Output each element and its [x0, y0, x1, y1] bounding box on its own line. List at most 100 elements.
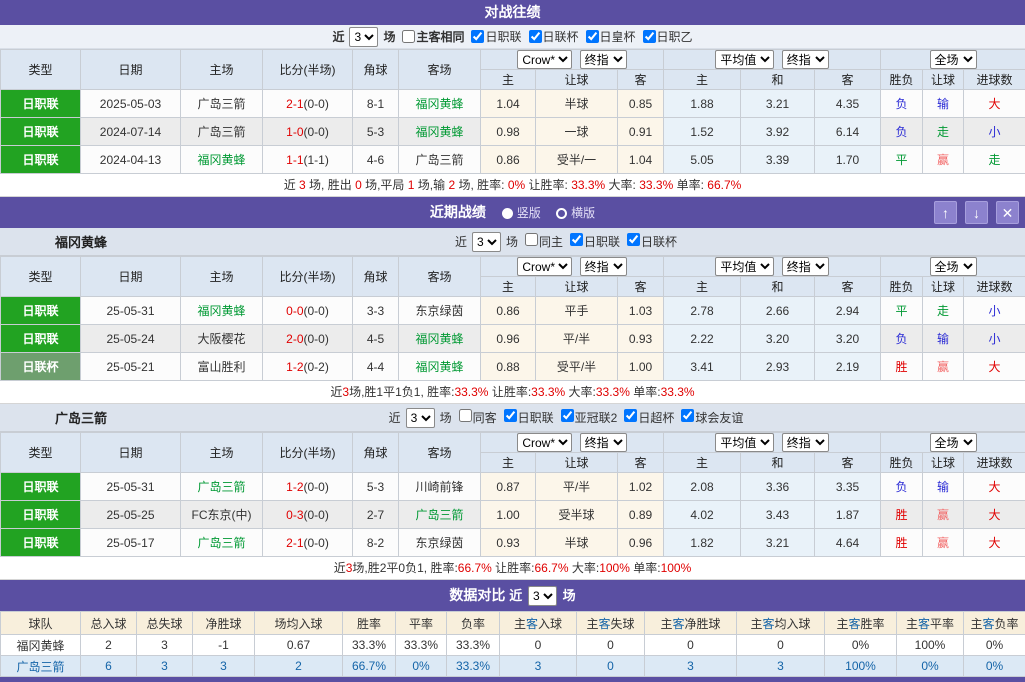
league-filter-jleaguecup-checkbox[interactable]: [529, 30, 542, 43]
close-button[interactable]: ✕: [996, 201, 1019, 224]
final-index-select[interactable]: 终指: [580, 257, 627, 276]
bookmaker-select[interactable]: Crow*: [517, 50, 572, 69]
col-date: 日期: [81, 433, 181, 473]
scope-group: 全场: [881, 433, 1025, 453]
avg-away-cell: 3.20: [815, 325, 881, 353]
league-filter-supercup-checkbox[interactable]: [624, 409, 637, 422]
same-venue-checkbox[interactable]: [402, 30, 415, 43]
league-filter-friendly[interactable]: 球会友谊: [677, 409, 743, 426]
avg-draw-cell: 3.21: [741, 529, 815, 557]
same-away-checkbox-label[interactable]: 同客: [455, 409, 497, 426]
bottom-bar: [0, 677, 1025, 682]
handicap-cell: 一球: [536, 118, 618, 146]
league-filter-j2[interactable]: 日职乙: [639, 28, 693, 45]
league-filter-jleaguecup[interactable]: 日联杯: [623, 233, 677, 250]
final-index-select-2[interactable]: 终指: [782, 257, 829, 276]
subcol-avg-away: 客: [815, 453, 881, 473]
corner-cell: 2-7: [353, 501, 399, 529]
league-filter-emperorcup[interactable]: 日皇杯: [582, 28, 636, 45]
goals-cell: 小: [964, 118, 1025, 146]
close-icon: ✕: [1002, 205, 1014, 221]
avg-draw-cell: 2.93: [741, 353, 815, 381]
league-filter-emperorcup-checkbox[interactable]: [586, 30, 599, 43]
home-team-cell: 广岛三箭: [181, 529, 263, 557]
final-index-select-2[interactable]: 终指: [782, 433, 829, 452]
league-filter-j2-checkbox[interactable]: [643, 30, 656, 43]
league-cell: 日职联: [1, 118, 81, 146]
corner-cell: 8-1: [353, 90, 399, 118]
same-venue-checkbox-label[interactable]: 主客相同: [398, 28, 464, 45]
vertical-view-radio[interactable]: [502, 208, 513, 219]
result-cell: 胜: [881, 529, 923, 557]
scope-select[interactable]: 全场: [930, 433, 977, 452]
bookmaker-select[interactable]: Crow*: [517, 433, 572, 452]
league-filter-jleague[interactable]: 日职联: [566, 233, 620, 250]
col-win-rate: 胜率: [343, 612, 396, 635]
col-score: 比分(半场): [263, 50, 353, 90]
vertical-view-label[interactable]: 竖版: [517, 206, 541, 220]
league-filter-jleague[interactable]: 日职联: [467, 28, 521, 45]
league-filter-acl2-checkbox[interactable]: [561, 409, 574, 422]
team2-games-count-select[interactable]: 3: [406, 408, 435, 428]
final-index-select[interactable]: 终指: [580, 433, 627, 452]
corner-cell: 4-4: [353, 353, 399, 381]
move-up-button[interactable]: ↑: [934, 201, 957, 224]
move-down-button[interactable]: ↓: [965, 201, 988, 224]
league-filter-jleaguecup-checkbox[interactable]: [627, 233, 640, 246]
col-goals-for: 总入球: [81, 612, 137, 635]
score-cell: 1-0(0-0): [263, 118, 353, 146]
scope-select[interactable]: 全场: [930, 257, 977, 276]
result-cell: 负: [881, 473, 923, 501]
league-filter-jleague-checkbox[interactable]: [471, 30, 484, 43]
handicap-result-cell: 走: [923, 297, 964, 325]
handicap-result-cell: 走: [923, 118, 964, 146]
average-select[interactable]: 平均值: [715, 50, 774, 69]
same-home-checkbox[interactable]: [525, 233, 538, 246]
league-cell: 日职联: [1, 501, 81, 529]
handicap-result-cell: 赢: [923, 529, 964, 557]
average-select[interactable]: 平均值: [715, 433, 774, 452]
league-filter-supercup[interactable]: 日超杯: [620, 409, 674, 426]
result-cell: 平: [881, 146, 923, 174]
league-filter-jleague-checkbox[interactable]: [570, 233, 583, 246]
date-cell: 2024-04-13: [81, 146, 181, 174]
avg-draw-cell: 3.20: [741, 325, 815, 353]
goals-cell: 小: [964, 325, 1025, 353]
col-corner: 角球: [353, 257, 399, 297]
compare-games-count-select[interactable]: 3: [528, 586, 557, 606]
same-away-checkbox[interactable]: [459, 409, 472, 422]
horizontal-view-label[interactable]: 横版: [571, 206, 595, 220]
league-filter-jleague[interactable]: 日职联: [500, 409, 554, 426]
scope-select[interactable]: 全场: [930, 50, 977, 69]
avg-away-cell: 4.35: [815, 90, 881, 118]
half-score: (0-0): [304, 480, 329, 494]
group-header-row: 类型 日期 主场 比分(半场) 角球 客场 Crow* 终指 平均值 终指 全场: [1, 50, 1025, 70]
average-select[interactable]: 平均值: [715, 257, 774, 276]
league-filter-jleague-checkbox[interactable]: [504, 409, 517, 422]
date-cell: 25-05-31: [81, 473, 181, 501]
value-cell: 100%: [897, 635, 964, 656]
avg-home-cell: 3.41: [664, 353, 741, 381]
team1-table: 类型 日期 主场 比分(半场) 角球 客场 Crow* 终指 平均值 终指 全场…: [0, 256, 1025, 381]
bookmaker-select[interactable]: Crow*: [517, 257, 572, 276]
corner-cell: 4-6: [353, 146, 399, 174]
final-index-select[interactable]: 终指: [580, 50, 627, 69]
result-cell: 胜: [881, 353, 923, 381]
score-cell: 1-1(1-1): [263, 146, 353, 174]
away-team-cell: 广岛三箭: [399, 501, 481, 529]
avg-draw-cell: 3.39: [741, 146, 815, 174]
h2h-games-count-select[interactable]: 3: [349, 27, 378, 47]
league-filter-jleaguecup[interactable]: 日联杯: [525, 28, 579, 45]
horizontal-view-radio[interactable]: [556, 208, 567, 219]
home-odds-cell: 0.86: [481, 297, 536, 325]
value-cell: 0%: [825, 635, 897, 656]
team-cell: 福冈黄蜂: [1, 635, 81, 656]
league-filter-acl2[interactable]: 亚冠联2: [557, 409, 618, 426]
col-away: 客场: [399, 50, 481, 90]
team1-games-count-select[interactable]: 3: [472, 232, 501, 252]
value-cell: 3: [137, 656, 193, 677]
final-index-select-2[interactable]: 终指: [782, 50, 829, 69]
league-filter-friendly-checkbox[interactable]: [681, 409, 694, 422]
handicap-cell: 受平/半: [536, 353, 618, 381]
same-home-checkbox-label[interactable]: 同主: [521, 233, 563, 250]
